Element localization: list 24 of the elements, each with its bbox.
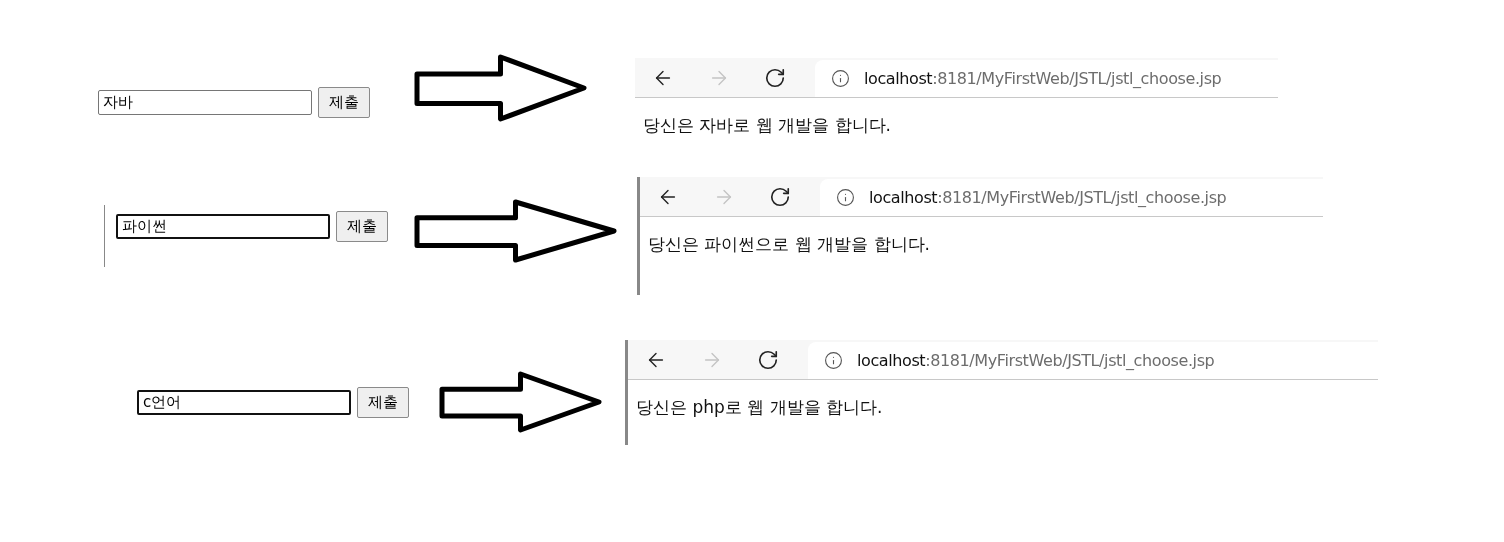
info-icon — [836, 188, 855, 207]
address-bar[interactable]: localhost:8181/MyFirstWeb/JSTL/jstl_choose.jsp — [808, 342, 1378, 379]
submit-button[interactable]: 제출 — [357, 387, 409, 418]
result-message: 당신은 php로 웹 개발을 합니다. — [635, 396, 884, 419]
url-text: localhost:8181/MyFirstWeb/JSTL/jstl_choose.jsp — [857, 351, 1215, 370]
info-icon — [831, 69, 850, 88]
submit-button[interactable]: 제출 — [318, 87, 370, 118]
result-message: 당신은 파이썬으로 웹 개발을 합니다. — [647, 233, 932, 256]
arrow-icon — [413, 198, 618, 264]
url-text: localhost:8181/MyFirstWeb/JSTL/jstl_choose.jsp — [869, 188, 1227, 207]
text-field[interactable]: c언어 — [137, 390, 351, 415]
text-field[interactable]: 자바 — [98, 90, 312, 115]
text-field[interactable]: 파이썬 — [116, 214, 330, 239]
url-text: localhost:8181/MyFirstWeb/JSTL/jstl_choose.jsp — [864, 69, 1222, 88]
address-bar[interactable]: localhost:8181/MyFirstWeb/JSTL/jstl_choose.jsp — [815, 60, 1278, 97]
reload-icon[interactable] — [764, 66, 786, 89]
info-icon — [824, 351, 843, 370]
submit-button[interactable]: 제출 — [336, 211, 388, 242]
result-message: 당신은 자바로 웹 개발을 합니다. — [642, 114, 893, 137]
arrow-icon — [413, 53, 588, 123]
arrow-icon — [438, 370, 603, 434]
address-bar[interactable]: localhost:8181/MyFirstWeb/JSTL/jstl_choose.jsp — [820, 179, 1323, 216]
reload-icon[interactable] — [757, 348, 779, 371]
reload-icon[interactable] — [769, 185, 791, 208]
